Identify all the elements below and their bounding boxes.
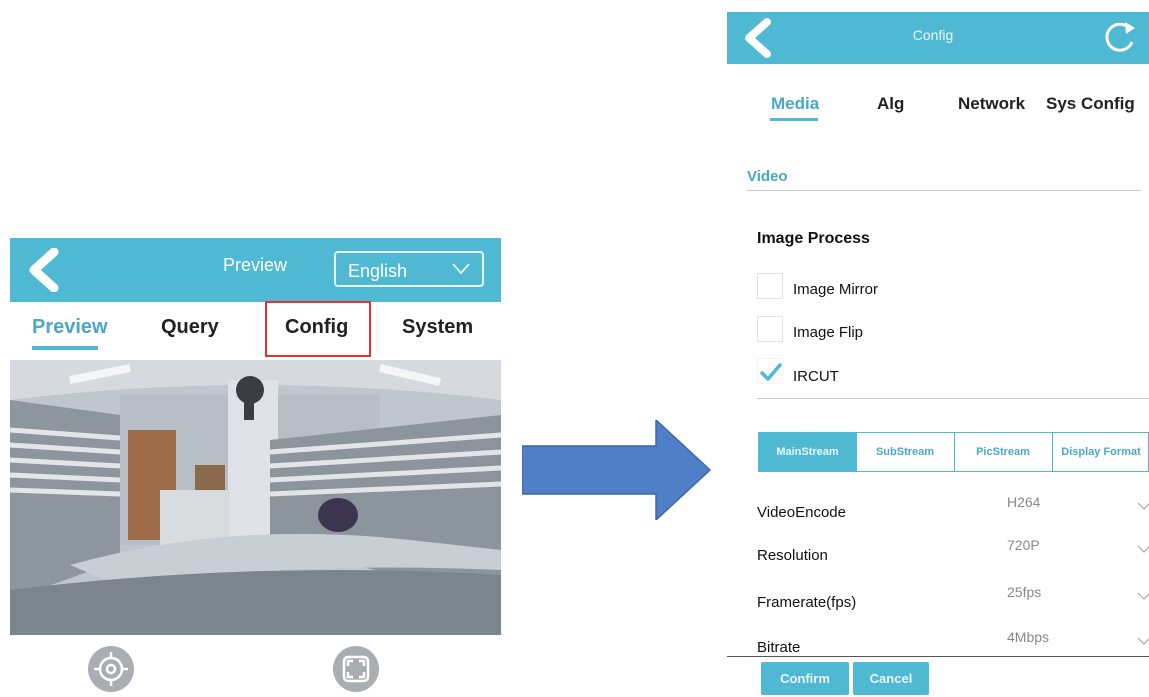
ircut-label: IRCUT — [793, 368, 839, 385]
config-tab-highlight — [265, 301, 371, 357]
video-encode-row[interactable]: VideoEncode H264 — [757, 494, 1149, 530]
refresh-icon[interactable] — [1099, 18, 1139, 58]
image-flip-option[interactable]: Image Flip — [757, 316, 957, 346]
fullscreen-icon — [342, 655, 370, 683]
language-value: English — [348, 261, 408, 281]
resolution-row[interactable]: Resolution 720P — [757, 537, 1149, 573]
config-tab-bar: Media Alg Network Sys Config — [727, 64, 1149, 124]
page-title: Config — [912, 27, 954, 43]
chevron-down-icon — [1137, 592, 1149, 600]
cancel-button[interactable]: Cancel — [853, 662, 929, 695]
section-title-video: Video — [747, 168, 788, 185]
tab-sys-config[interactable]: Sys Config — [1046, 94, 1135, 114]
back-arrow-icon[interactable] — [24, 248, 64, 292]
tab-sub-stream[interactable]: SubStream — [856, 433, 955, 471]
active-tab-indicator — [770, 118, 818, 121]
camera-preview-image — [10, 360, 501, 635]
language-select[interactable]: English — [334, 251, 484, 287]
preview-screen: Preview English Preview Query Config Sys… — [10, 238, 501, 695]
tab-media[interactable]: Media — [771, 94, 819, 114]
resolution-label: Resolution — [757, 547, 828, 564]
tab-display-format[interactable]: Display Format — [1052, 433, 1148, 471]
video-encode-value: H264 — [1007, 494, 1041, 510]
image-mirror-option[interactable]: Image Mirror — [757, 273, 957, 303]
preview-header: Preview English — [10, 238, 501, 302]
crosshair-button[interactable] — [88, 646, 134, 692]
chevron-down-icon — [452, 263, 470, 275]
checkmark-icon — [760, 363, 782, 381]
video-encode-label: VideoEncode — [757, 504, 846, 521]
bitrate-row[interactable]: Bitrate 4Mbps — [757, 629, 1149, 665]
tab-alg[interactable]: Alg — [877, 94, 904, 114]
divider — [757, 398, 1149, 399]
tab-main-stream[interactable]: MainStream — [759, 433, 857, 471]
divider — [747, 190, 1141, 191]
ircut-checkbox[interactable] — [757, 358, 783, 384]
ircut-option[interactable]: IRCUT — [757, 358, 957, 388]
preview-tab-bar: Preview Query Config System — [10, 301, 501, 360]
image-process-title: Image Process — [757, 230, 870, 247]
bitrate-value: 4Mbps — [1007, 629, 1050, 645]
tab-system[interactable]: System — [402, 316, 473, 339]
divider — [727, 656, 1149, 657]
tab-query[interactable]: Query — [161, 316, 219, 339]
image-flip-label: Image Flip — [793, 324, 864, 341]
chevron-down-icon — [1137, 502, 1149, 510]
tab-network[interactable]: Network — [958, 94, 1025, 114]
back-arrow-icon[interactable] — [739, 18, 775, 58]
config-header: Config — [727, 12, 1149, 64]
active-tab-indicator — [32, 346, 98, 350]
chevron-down-icon — [1137, 637, 1149, 645]
resolution-value: 720P — [1007, 537, 1040, 553]
image-flip-checkbox[interactable] — [757, 316, 783, 342]
framerate-value: 25fps — [1007, 584, 1042, 600]
image-mirror-checkbox[interactable] — [757, 273, 783, 299]
framerate-row[interactable]: Framerate(fps) 25fps — [757, 584, 1149, 620]
bitrate-label: Bitrate — [757, 639, 801, 656]
chevron-down-icon — [1137, 545, 1149, 553]
tab-pic-stream[interactable]: PicStream — [954, 433, 1053, 471]
framerate-label: Framerate(fps) — [757, 594, 857, 611]
config-screen: Config Media Alg Network Sys Config Vide… — [727, 0, 1149, 695]
right-arrow-icon — [522, 420, 712, 520]
camera-scene-illustration — [10, 360, 501, 635]
fullscreen-button[interactable] — [333, 646, 379, 692]
crosshair-icon — [94, 652, 128, 686]
image-mirror-label: Image Mirror — [793, 281, 879, 298]
stream-tab-bar: MainStream SubStream PicStream Display F… — [758, 432, 1149, 472]
confirm-button[interactable]: Confirm — [761, 662, 849, 695]
tab-preview[interactable]: Preview — [32, 316, 108, 339]
page-title: Preview — [222, 255, 288, 275]
